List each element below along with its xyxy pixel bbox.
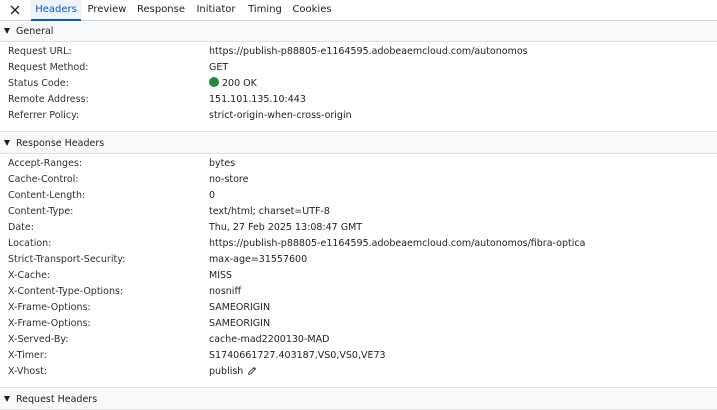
header-key: X-Vhost: [8, 366, 48, 377]
response-header-row: X-Timer: S1740661727.403187,VS0,VS0,VE73 [0, 348, 717, 364]
response-header-row: X-Served-By: cache-mad2200130-MAD [0, 332, 717, 348]
header-value: GET [209, 62, 229, 73]
response-header-row: Content-Length: 0 [0, 188, 717, 204]
triangle-down-icon [4, 140, 10, 146]
header-key: Remote Address: [8, 94, 89, 105]
header-key: Cache-Control: [8, 174, 79, 185]
header-value: bytes [209, 158, 236, 169]
tab-bar: Headers Preview Response Initiator Timin… [0, 0, 717, 21]
header-value: cache-mad2200130-MAD [209, 334, 330, 345]
header-value: https://publish-p88805-e1164595.adobeaem… [209, 238, 586, 249]
response-header-row: Content-Type: text/html; charset=UTF-8 [0, 204, 717, 220]
header-key: Request URL: [8, 46, 72, 57]
section-divider [0, 387, 717, 388]
general-row-remote-address: Remote Address: 151.101.135.10:443 [0, 92, 717, 108]
general-row-request-url: Request URL: https://publish-p88805-e116… [0, 44, 717, 60]
header-key: X-Content-Type-Options: [8, 286, 124, 297]
section-header-general[interactable]: General [0, 22, 717, 42]
section-divider [0, 131, 717, 132]
header-value: max-age=31557600 [209, 254, 308, 265]
tab-response[interactable]: Response [134, 0, 188, 21]
header-value: nosniff [209, 286, 241, 297]
header-value: text/html; charset=UTF-8 [209, 206, 330, 217]
header-value: SAMEORIGIN [209, 318, 271, 329]
header-value: SAMEORIGIN [209, 302, 271, 313]
header-value: MISS [209, 270, 233, 281]
header-key: X-Frame-Options: [8, 318, 91, 329]
header-key: Request Method: [8, 62, 89, 73]
status-value: 200 OK [209, 76, 257, 92]
section-title-response-headers: Response Headers [16, 138, 105, 149]
header-value: 151.101.135.10:443 [209, 94, 306, 105]
close-icon [10, 5, 20, 15]
tab-preview[interactable]: Preview [84, 0, 130, 21]
section-title-general: General [16, 26, 54, 37]
header-key: X-Frame-Options: [8, 302, 91, 313]
header-value: no-store [209, 174, 249, 185]
header-key: Status Code: [8, 78, 69, 89]
tab-headers[interactable]: Headers [31, 0, 81, 21]
header-key: X-Served-By: [8, 334, 69, 345]
general-row-status-code: Status Code: 200 OK [0, 76, 717, 92]
header-key: X-Timer: [8, 350, 47, 361]
tab-timing[interactable]: Timing [244, 0, 286, 21]
response-header-row: X-Frame-Options: SAMEORIGIN [0, 300, 717, 316]
vhost-value: publish [209, 366, 244, 377]
header-key: X-Cache: [8, 270, 51, 281]
header-key: Location: [8, 238, 52, 249]
general-row-request-method: Request Method: GET [0, 60, 717, 76]
section-title-request-headers: Request Headers [16, 394, 98, 405]
header-key: Date: [8, 222, 34, 233]
header-value: strict-origin-when-cross-origin [209, 110, 352, 121]
header-value: publish [209, 364, 257, 382]
network-headers-panel: Headers Preview Response Initiator Timin… [0, 0, 717, 410]
status-text: 200 OK [222, 78, 257, 89]
section-header-request-headers[interactable]: Request Headers [0, 390, 717, 410]
tab-cookies[interactable]: Cookies [290, 0, 334, 21]
response-header-row: Date: Thu, 27 Feb 2025 13:08:47 GMT [0, 220, 717, 236]
response-header-row: X-Vhost: publish [0, 364, 717, 380]
header-key: Referrer Policy: [8, 110, 80, 121]
section-header-response-headers[interactable]: Response Headers [0, 134, 717, 154]
header-value: https://publish-p88805-e1164595.adobeaem… [209, 46, 528, 57]
header-value: S1740661727.403187,VS0,VS0,VE73 [209, 350, 386, 361]
response-header-row: Location: https://publish-p88805-e116459… [0, 236, 717, 252]
header-value: 0 [209, 190, 216, 201]
header-key: Content-Length: [8, 190, 86, 201]
edit-button[interactable] [247, 366, 257, 382]
response-header-row: Accept-Ranges: bytes [0, 156, 717, 172]
general-row-referrer-policy: Referrer Policy: strict-origin-when-cros… [0, 108, 717, 124]
close-button[interactable] [5, 1, 25, 19]
header-key: Strict-Transport-Security: [8, 254, 126, 265]
response-header-row: X-Content-Type-Options: nosniff [0, 284, 717, 300]
response-header-row: X-Frame-Options: SAMEORIGIN [0, 316, 717, 332]
response-header-row: Strict-Transport-Security: max-age=31557… [0, 252, 717, 268]
triangle-down-icon [4, 396, 10, 402]
header-value: Thu, 27 Feb 2025 13:08:47 GMT [209, 222, 363, 233]
tab-initiator[interactable]: Initiator [192, 0, 240, 21]
response-header-row: Cache-Control: no-store [0, 172, 717, 188]
pencil-icon [248, 367, 257, 375]
status-dot-icon [209, 77, 219, 87]
response-header-row: X-Cache: MISS [0, 268, 717, 284]
header-key: Accept-Ranges: [8, 158, 83, 169]
header-key: Content-Type: [8, 206, 74, 217]
triangle-down-icon [4, 28, 10, 34]
